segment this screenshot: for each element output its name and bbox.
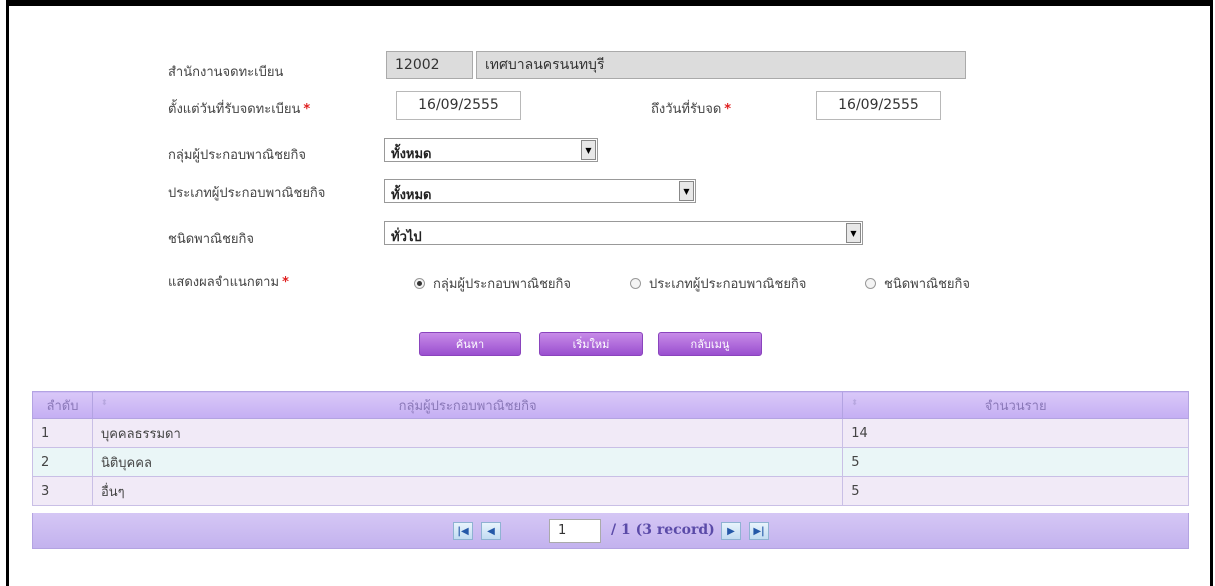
required-mark: * bbox=[282, 275, 289, 290]
to-date-input[interactable]: 16/09/2555 bbox=[816, 91, 941, 120]
kind-label: ชนิดพาณิชยกิจ bbox=[168, 232, 255, 247]
type-select-value: ทั้งหมด bbox=[391, 188, 432, 203]
radio-unchecked-icon[interactable] bbox=[630, 278, 641, 289]
to-date-label: ถึงวันที่รับจด * bbox=[651, 102, 732, 117]
chevron-down-icon[interactable]: ▼ bbox=[846, 223, 861, 243]
chevron-down-icon[interactable]: ▼ bbox=[679, 181, 694, 201]
display-by-label: แสดงผลจำแนกตาม * bbox=[168, 275, 289, 290]
row-group: อื่นๆ bbox=[91, 476, 844, 506]
row-count: 5 bbox=[842, 447, 1189, 477]
results-table: ลำดับ ⬍ กลุ่มผู้ประกอบพาณิชยกิจ ⬍ จำนวนราย… bbox=[32, 391, 1189, 506]
kind-select-value: ทั่วไป bbox=[391, 230, 422, 245]
radio-label: กลุ่มผู้ประกอบพาณิชยกิจ bbox=[433, 277, 572, 292]
radio-unchecked-icon[interactable] bbox=[865, 278, 876, 289]
office-name-field: เทศบาลนครนนทบุรี bbox=[476, 51, 966, 79]
radio-label: ชนิดพาณิชยกิจ bbox=[884, 277, 971, 292]
required-mark: * bbox=[303, 102, 311, 117]
last-page-icon[interactable]: ▶| bbox=[749, 522, 769, 540]
group-select-value: ทั้งหมด bbox=[391, 147, 432, 162]
table-header-row: ลำดับ ⬍ กลุ่มผู้ประกอบพาณิชยกิจ ⬍ จำนวนราย bbox=[32, 391, 1189, 419]
reset-button[interactable]: เริ่มใหม่ bbox=[539, 332, 643, 356]
search-button[interactable]: ค้นหา bbox=[419, 332, 521, 356]
column-header-order[interactable]: ลำดับ bbox=[32, 391, 93, 419]
chevron-down-icon[interactable]: ▼ bbox=[581, 140, 596, 160]
page-number-input[interactable]: 1 bbox=[549, 519, 601, 543]
office-code-field: 12002 bbox=[386, 51, 473, 79]
from-date-label: ตั้งแต่วันที่รับจดทะเบียน * bbox=[168, 102, 311, 117]
column-header-group[interactable]: ⬍ กลุ่มผู้ประกอบพาณิชยกิจ bbox=[91, 391, 844, 419]
row-order: 2 bbox=[32, 447, 93, 477]
table-row[interactable]: 1 บุคคลธรรมดา 14 bbox=[32, 418, 1189, 448]
table-row[interactable]: 2 นิติบุคคล 5 bbox=[32, 447, 1189, 477]
row-count: 14 bbox=[842, 418, 1189, 448]
radio-group-by-type[interactable]: ประเภทผู้ประกอบพาณิชยกิจ bbox=[630, 273, 806, 294]
column-header-count[interactable]: ⬍ จำนวนราย bbox=[842, 391, 1189, 419]
prev-page-icon[interactable]: ◀ bbox=[481, 522, 501, 540]
row-group: บุคคลธรรมดา bbox=[91, 418, 844, 448]
radio-group-by-group[interactable]: กลุ่มผู้ประกอบพาณิชยกิจ bbox=[414, 273, 571, 294]
radio-label: ประเภทผู้ประกอบพาณิชยกิจ bbox=[649, 277, 807, 292]
next-page-icon[interactable]: ▶ bbox=[721, 522, 741, 540]
row-group: นิติบุคคล bbox=[91, 447, 844, 477]
type-label: ประเภทผู้ประกอบพาณิชยกิจ bbox=[168, 186, 326, 201]
back-to-menu-button[interactable]: กลับเมนู bbox=[658, 332, 762, 356]
kind-select[interactable]: ทั่วไป ▼ bbox=[384, 221, 863, 245]
table-row[interactable]: 3 อื่นๆ 5 bbox=[32, 476, 1189, 506]
group-label: กลุ่มผู้ประกอบพาณิชยกิจ bbox=[168, 148, 307, 163]
office-label: สำนักงานจดทะเบียน bbox=[168, 65, 284, 80]
type-select[interactable]: ทั้งหมด ▼ bbox=[384, 179, 696, 203]
page-info: / 1 (3 record) bbox=[611, 522, 715, 538]
first-page-icon[interactable]: |◀ bbox=[453, 522, 473, 540]
row-order: 1 bbox=[32, 418, 93, 448]
radio-checked-icon[interactable] bbox=[414, 278, 425, 289]
sort-icon[interactable]: ⬍ bbox=[851, 398, 858, 407]
required-mark: * bbox=[724, 102, 732, 117]
pagination-bar: |◀ ◀ 1 / 1 (3 record) ▶ ▶| bbox=[32, 513, 1189, 549]
from-date-input[interactable]: 16/09/2555 bbox=[396, 91, 521, 120]
radio-group-by-kind[interactable]: ชนิดพาณิชยกิจ bbox=[865, 273, 970, 294]
group-select[interactable]: ทั้งหมด ▼ bbox=[384, 138, 598, 162]
sort-icon[interactable]: ⬍ bbox=[101, 398, 108, 407]
row-order: 3 bbox=[32, 476, 93, 506]
row-count: 5 bbox=[842, 476, 1189, 506]
